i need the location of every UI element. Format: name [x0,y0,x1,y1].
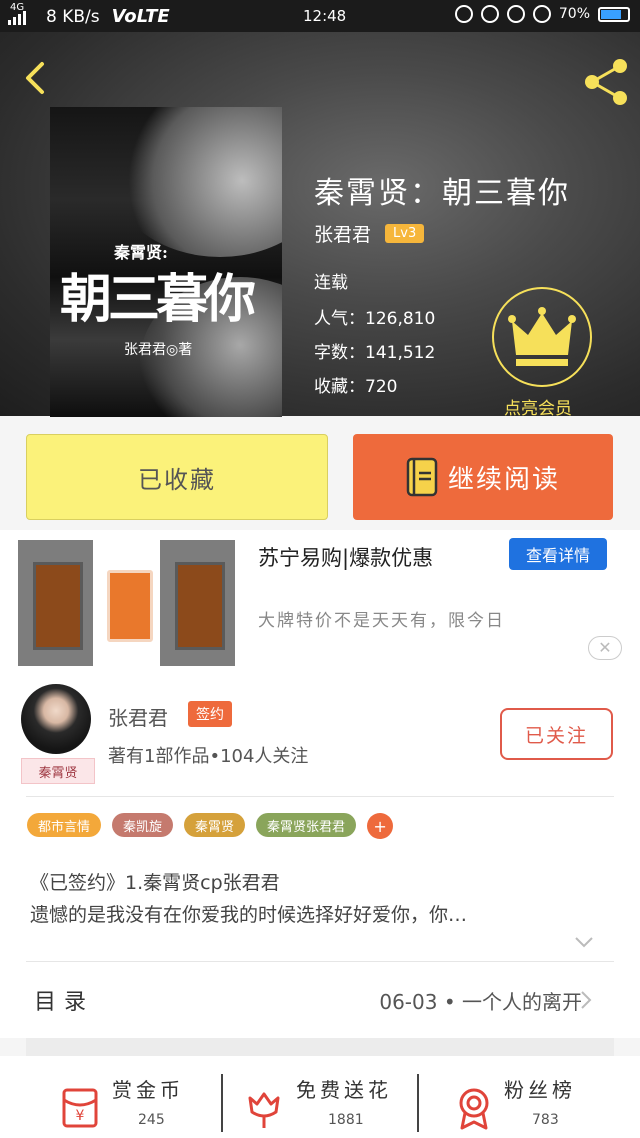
tag-chip[interactable]: 秦霄贤 [184,813,246,837]
fans-count: 783 [532,1112,559,1128]
fans-ranking-button[interactable]: 粉丝榜 783 [420,1056,640,1138]
cover-photo-top [110,107,282,257]
author-name[interactable]: 张君君 [314,220,371,247]
collected-label: 已收藏 [138,465,216,494]
description-section: 都市言情 秦凯旋 秦霄贤 秦霄贤张君君 + 《已签约》1.秦霄贤cp张君君 遗憾… [0,786,640,956]
ad-image-center [93,540,160,666]
latest-chapter: 06-03 • 一个人的离开 [379,990,582,1014]
ad-image[interactable] [18,540,235,666]
author-row: 张君君 Lv3 [314,220,425,247]
ad-banner[interactable]: 苏宁易购|爆款优惠 查看详情 大牌特价不是天天有，限今日 ✕ [0,530,640,676]
clock: 12:48 [303,7,347,25]
catalog-row[interactable]: 目录 06-03 • 一个人的离开 [0,956,640,1038]
collected-button[interactable]: 已收藏 [26,434,328,520]
divider [26,961,614,962]
avatar-tag: 秦霄贤 [21,758,95,784]
flower-icon [248,1092,280,1128]
status-left: 4G 8 KB/s VoLTE [8,2,170,27]
book-icon [406,457,438,497]
separator [221,1074,223,1132]
divider [26,796,614,797]
red-envelope-icon: ¥ [62,1088,98,1128]
ad-close-icon[interactable]: ✕ [588,636,622,660]
location-icon [506,5,525,23]
network-speed: 8 KB/s [46,6,100,27]
add-tag-button[interactable]: + [367,813,394,839]
chevron-down-icon[interactable] [575,936,593,948]
word-count-stat: 字数：141,512 [314,343,436,363]
author-info: 著有1部作品•104人关注 [108,746,309,767]
book-header: 秦霄贤: 朝三暮你 张君君◎著 秦霄贤：朝三暮你 张君君 Lv3 连载 人气：1… [0,32,640,419]
continue-reading-label: 继续阅读 [447,464,560,495]
separator [417,1074,419,1132]
signed-badge: 签约 [188,701,232,727]
reward-coins-button[interactable]: ¥ 赏金币 245 [0,1056,220,1138]
followed-label: 已关注 [524,724,588,747]
vip-button[interactable] [492,287,592,387]
level-badge: Lv3 [385,224,425,243]
cover-title: 朝三暮你 [60,269,256,330]
followed-button[interactable]: 已关注 [500,708,613,760]
lock-rotation-icon [480,5,499,23]
favorites-stat: 收藏：720 [314,377,398,397]
network-type: 4G [10,2,25,13]
flower-label: 免费送花 [296,1078,392,1102]
ad-image-right [160,540,235,666]
fans-label: 粉丝榜 [504,1078,576,1102]
free-flower-button[interactable]: 免费送花 1881 [224,1056,416,1138]
crown-icon [508,307,576,366]
reward-label: 赏金币 [112,1078,184,1102]
continue-reading-button[interactable]: 继续阅读 [353,434,613,520]
volte-indicator: VoLTE [111,6,170,27]
bottom-bar: ¥ 赏金币 245 免费送花 1881 粉丝榜 783 [0,1056,640,1138]
flower-count: 1881 [328,1112,364,1128]
catalog-label: 目录 [34,990,95,1015]
medal-icon [459,1088,489,1130]
alarm-icon [532,5,551,23]
status-bar: 4G 8 KB/s VoLTE 12:48 70% [0,0,640,32]
status-right: 70% [454,5,630,23]
serial-status: 连载 [314,273,348,293]
vip-label[interactable]: 点亮会员 [504,394,572,419]
description-line-1: 《已签约》1.秦霄贤cp张君君 [30,872,280,894]
cover-author: 张君君◎著 [124,342,193,358]
tag-chip[interactable]: 都市言情 [27,813,102,837]
mute-icon [454,5,473,23]
reward-count: 245 [138,1112,165,1128]
ad-image-left [18,540,93,666]
author-section-name[interactable]: 张君君 [108,702,168,731]
description-line-2: 遗憾的是我没有在你爱我的时候选择好好爱你，你… [30,904,468,926]
ad-title[interactable]: 苏宁易购|爆款优惠 [258,542,433,572]
section-gap [26,1038,614,1056]
svg-text:¥: ¥ [76,1108,85,1124]
battery-icon [598,6,630,22]
author-section: 秦霄贤 张君君 签约 著有1部作品•104人关注 已关注 [0,676,640,786]
book-cover[interactable]: 秦霄贤: 朝三暮你 张君君◎著 [50,107,282,417]
battery-percent: 70% [558,6,590,22]
chevron-right-icon [581,991,592,1009]
popularity-stat: 人气：126,810 [314,309,436,329]
book-title: 秦霄贤：朝三暮你 [314,176,570,211]
back-icon[interactable] [16,58,56,98]
tag-list: 都市言情 秦凯旋 秦霄贤 秦霄贤张君君 + [27,813,394,839]
ad-description: 大牌特价不是天天有，限今日 [258,611,505,631]
author-avatar[interactable] [21,684,91,754]
tag-chip[interactable]: 秦凯旋 [112,813,174,837]
share-icon[interactable] [580,56,632,108]
ad-detail-button[interactable]: 查看详情 [509,538,607,570]
tag-chip[interactable]: 秦霄贤张君君 [256,813,357,837]
